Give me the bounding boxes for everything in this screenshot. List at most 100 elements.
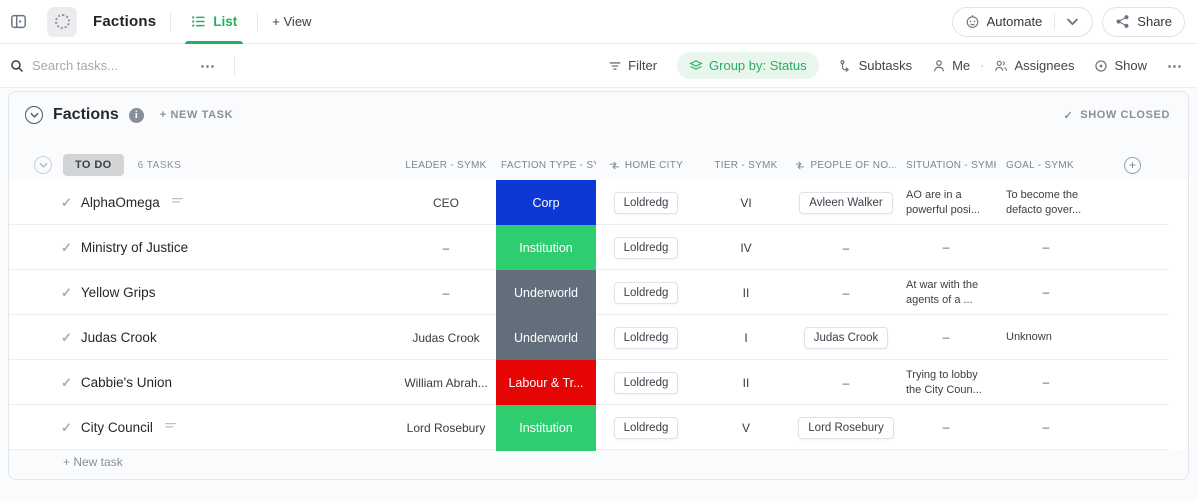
task-check-icon[interactable]: ✓ <box>61 195 72 211</box>
group-by-label: Group by: Status <box>709 58 807 73</box>
collapse-list-icon[interactable] <box>25 106 43 124</box>
tier-cell[interactable]: VI <box>696 196 796 210</box>
people-cell[interactable]: Judas Crook <box>796 327 896 349</box>
group-by-button[interactable]: Group by: Status <box>677 52 819 79</box>
share-label: Share <box>1137 14 1172 29</box>
situation-cell[interactable]: Trying to lobby the City Coun... <box>896 368 996 398</box>
goal-cell[interactable]: To become the defacto gover... <box>996 188 1096 218</box>
search-input[interactable] <box>32 58 172 73</box>
faction-type-cell[interactable]: Labour & Tr... <box>496 360 596 406</box>
faction-type-cell[interactable]: Underworld <box>496 315 596 361</box>
task-check-icon[interactable]: ✓ <box>61 330 72 346</box>
home-city-cell[interactable]: Loldredg <box>596 237 696 259</box>
add-column-icon[interactable]: + <box>1124 157 1141 174</box>
tier-cell[interactable]: II <box>696 286 796 300</box>
relationship-icon <box>796 160 805 171</box>
description-icon[interactable] <box>164 419 177 437</box>
goal-cell[interactable]: – <box>996 284 1096 300</box>
column-header-goal[interactable]: GOAL - SYMK <box>996 160 1096 171</box>
list-title: Factions <box>53 106 119 124</box>
automate-button[interactable]: Automate <box>952 7 1094 37</box>
leader-cell[interactable]: William Abrah... <box>396 376 496 390</box>
tier-cell[interactable]: II <box>696 376 796 390</box>
leader-cell[interactable]: – <box>396 241 496 255</box>
leader-cell[interactable]: Lord Rosebury <box>396 421 496 435</box>
more-icon[interactable]: ⋯ <box>200 57 216 75</box>
people-cell[interactable]: – <box>796 241 896 255</box>
tab-list[interactable]: List <box>185 0 243 44</box>
description-icon[interactable] <box>171 194 184 212</box>
situation-cell[interactable]: – <box>896 419 996 435</box>
goal-cell[interactable]: Unknown <box>996 330 1096 345</box>
task-name[interactable]: Ministry of Justice <box>81 240 188 255</box>
table-row[interactable]: ✓ Judas Crook Judas Crook Underworld Lol… <box>9 315 1169 360</box>
new-task-button[interactable]: + NEW TASK <box>160 109 233 121</box>
people-cell[interactable]: Avleen Walker <box>796 192 896 214</box>
table-row[interactable]: ✓ AlphaOmega CEO Corp Loldredg VI Avleen… <box>9 180 1169 225</box>
task-check-icon[interactable]: ✓ <box>61 375 72 391</box>
table-row[interactable]: ✓ Ministry of Justice – Institution Lold… <box>9 225 1169 270</box>
situation-cell[interactable]: AO are in a powerful posi... <box>896 188 996 218</box>
table-row[interactable]: ✓ Cabbie's Union William Abrah... Labour… <box>9 360 1169 405</box>
goal-cell[interactable]: – <box>996 419 1096 435</box>
task-name[interactable]: Cabbie's Union <box>81 375 172 390</box>
people-cell[interactable]: – <box>796 376 896 390</box>
more-icon[interactable]: ⋯ <box>1167 57 1183 75</box>
column-header-leader[interactable]: LEADER - SYMK <box>396 160 496 171</box>
space-avatar[interactable] <box>47 7 77 37</box>
leader-cell[interactable]: CEO <box>396 196 496 210</box>
show-button[interactable]: Show <box>1094 58 1147 73</box>
situation-cell[interactable]: At war with the agents of a ... <box>896 278 996 308</box>
status-badge[interactable]: TO DO <box>63 154 124 176</box>
collapse-group-icon[interactable] <box>34 156 52 174</box>
assignees-button[interactable]: Assignees <box>994 58 1074 73</box>
task-name[interactable]: Yellow Grips <box>81 285 156 300</box>
goal-cell[interactable]: – <box>996 374 1096 390</box>
search-box[interactable] <box>10 58 172 73</box>
people-cell[interactable]: Lord Rosebury <box>796 417 896 439</box>
share-button[interactable]: Share <box>1102 7 1185 37</box>
task-check-icon[interactable]: ✓ <box>61 420 72 436</box>
goal-cell[interactable]: – <box>996 239 1096 255</box>
filter-button[interactable]: Filter <box>608 58 657 73</box>
subtasks-icon <box>839 59 853 73</box>
faction-type-cell[interactable]: Underworld <box>496 270 596 316</box>
tier-cell[interactable]: V <box>696 421 796 435</box>
home-city-cell[interactable]: Loldredg <box>596 192 696 214</box>
task-name[interactable]: Judas Crook <box>81 330 157 345</box>
chevron-down-icon[interactable] <box>1065 14 1080 29</box>
home-city-cell[interactable]: Loldredg <box>596 327 696 349</box>
column-header-tier[interactable]: TIER - SYMK <box>696 160 796 171</box>
add-view-button[interactable]: + View <box>272 14 311 29</box>
sidebar-toggle-icon[interactable] <box>10 13 27 30</box>
home-city-pill: Loldredg <box>614 417 679 439</box>
show-closed-button[interactable]: ✓ SHOW CLOSED <box>1063 109 1170 122</box>
task-check-icon[interactable]: ✓ <box>61 240 72 256</box>
me-button[interactable]: Me <box>932 58 970 73</box>
leader-cell[interactable]: Judas Crook <box>396 331 496 345</box>
subtasks-button[interactable]: Subtasks <box>839 58 912 73</box>
column-header-situation[interactable]: SITUATION - SYMK <box>896 160 996 171</box>
home-city-cell[interactable]: Loldredg <box>596 282 696 304</box>
home-city-cell[interactable]: Loldredg <box>596 417 696 439</box>
faction-type-cell[interactable]: Institution <box>496 405 596 451</box>
situation-cell[interactable]: – <box>896 329 996 345</box>
home-city-cell[interactable]: Loldredg <box>596 372 696 394</box>
tier-cell[interactable]: IV <box>696 241 796 255</box>
leader-cell[interactable]: – <box>396 286 496 300</box>
task-name[interactable]: City Council <box>81 420 153 435</box>
task-name[interactable]: AlphaOmega <box>81 195 160 210</box>
tier-cell[interactable]: I <box>696 331 796 345</box>
new-task-bottom-button[interactable]: + New task <box>63 455 123 469</box>
people-cell[interactable]: – <box>796 286 896 300</box>
info-icon[interactable]: i <box>129 108 144 123</box>
faction-type-cell[interactable]: Institution <box>496 225 596 271</box>
table-row[interactable]: ✓ Yellow Grips – Underworld Loldredg II … <box>9 270 1169 315</box>
situation-cell[interactable]: – <box>896 239 996 255</box>
column-header-people[interactable]: PEOPLE OF NO... <box>796 160 896 171</box>
column-header-home-city[interactable]: HOME CITY <box>596 160 696 171</box>
task-check-icon[interactable]: ✓ <box>61 285 72 301</box>
table-row[interactable]: ✓ City Council Lord Rosebury Institution… <box>9 405 1169 450</box>
column-header-faction-type[interactable]: FACTION TYPE - SY... <box>496 160 596 171</box>
faction-type-cell[interactable]: Corp <box>496 180 596 226</box>
